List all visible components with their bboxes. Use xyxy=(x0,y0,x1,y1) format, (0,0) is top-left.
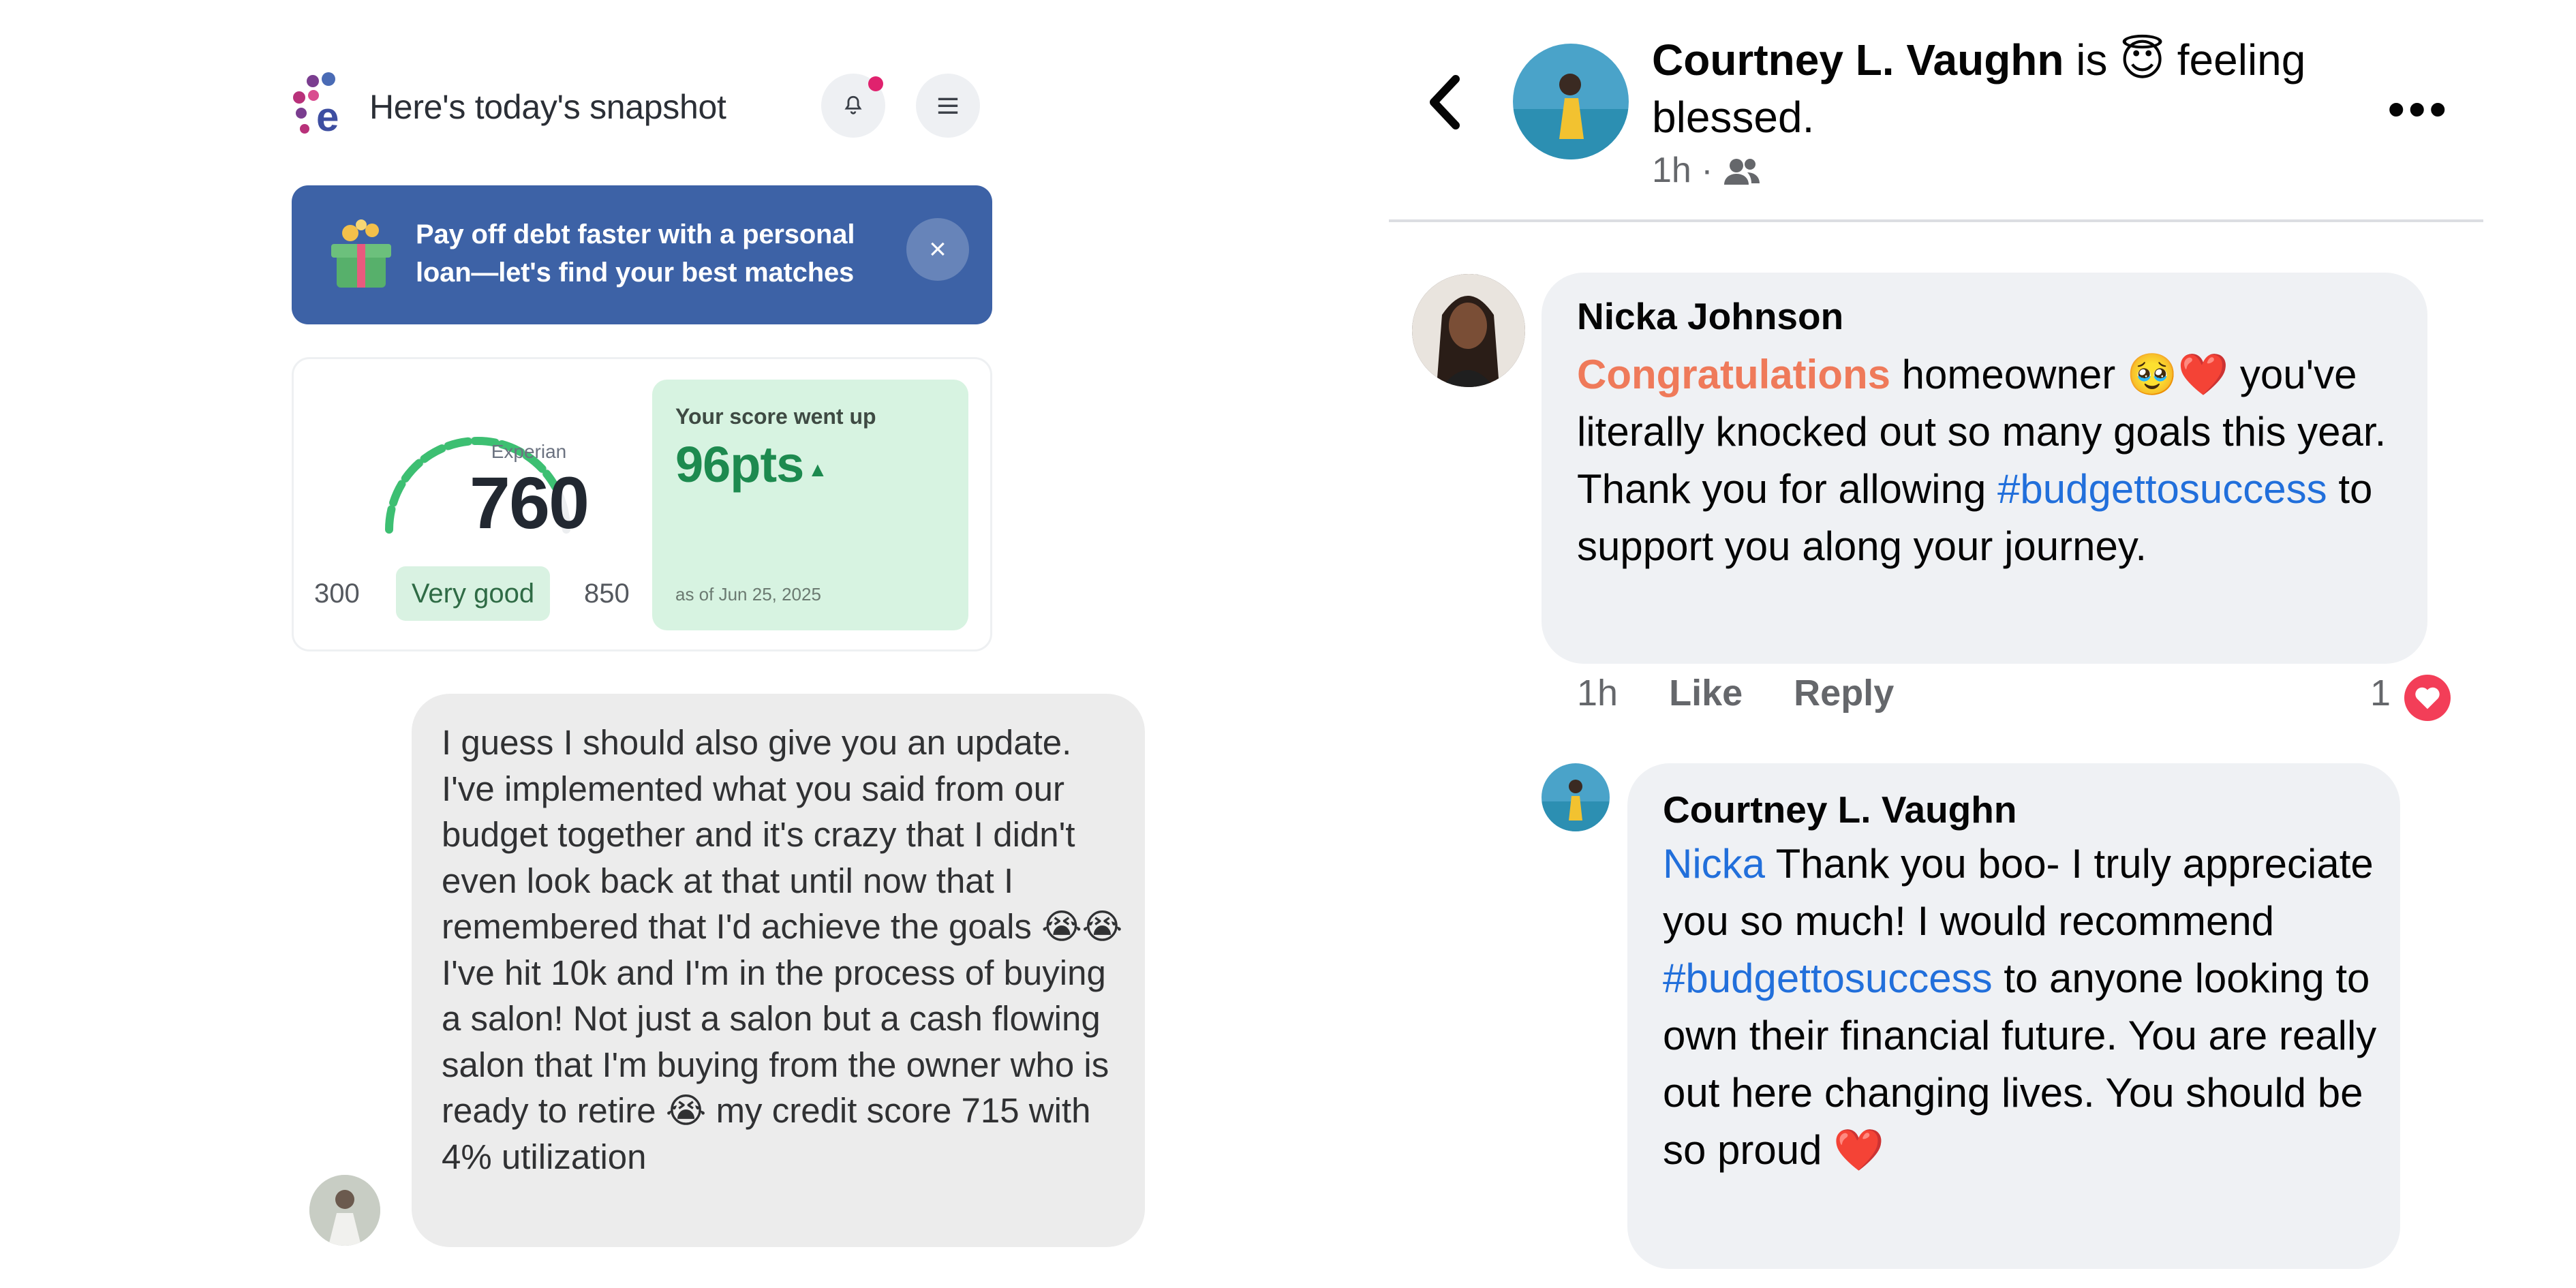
close-icon: × xyxy=(929,232,947,266)
post-time[interactable]: 1h xyxy=(1652,151,1691,190)
post-meta: 1h · xyxy=(1652,150,1761,191)
comment-text: Congratulations homeowner 🥹❤️ you've lit… xyxy=(1577,346,2422,575)
credit-score-card[interactable]: Experian 760 300 Very good 850 Your scor… xyxy=(292,357,992,651)
up-arrow-icon: ▲ xyxy=(808,459,828,481)
comment-author[interactable]: Nicka Johnson xyxy=(1577,294,1843,338)
comment-actions: 1h Like Reply xyxy=(1577,672,1935,714)
score-change-value: 96pts xyxy=(675,436,804,493)
promo-text: Pay off debt faster with a personal loan… xyxy=(416,219,855,288)
reply-text-part: Thank you boo- I truly appreciate you so… xyxy=(1663,841,2374,944)
hashtag-link[interactable]: #budgettosuccess xyxy=(1997,466,2327,512)
promo-close-button[interactable]: × xyxy=(906,218,969,281)
meta-separator: · xyxy=(1701,151,1713,190)
commenter-photo-icon xyxy=(1412,274,1525,387)
notifications-button[interactable] xyxy=(821,74,885,138)
message-bubble: I guess I should also give you an update… xyxy=(412,694,1145,1247)
experian-logo: e xyxy=(293,72,348,138)
feeling-emoji: 😇 xyxy=(2119,35,2165,85)
message-text: I guess I should also give you an update… xyxy=(442,723,1123,1176)
score-change-date: as of Jun 25, 2025 xyxy=(675,584,821,604)
reply-bubble: Courtney L. Vaughn Nicka Thank you boo- … xyxy=(1627,763,2400,1269)
love-reaction-icon[interactable] xyxy=(2404,675,2451,721)
post-verb: is xyxy=(2064,35,2120,85)
page-title: Here's today's snapshot xyxy=(369,88,726,126)
hamburger-icon xyxy=(938,97,958,114)
chevron-left-icon xyxy=(1430,75,1460,129)
bell-icon xyxy=(844,95,862,114)
notification-badge xyxy=(868,76,883,91)
comment-bubble: Nicka Johnson Congratulations homeowner … xyxy=(1542,273,2427,664)
commenter-avatar[interactable] xyxy=(1412,274,1525,387)
mention-link[interactable]: Nicka xyxy=(1663,841,1765,887)
reply-button[interactable]: Reply xyxy=(1794,673,1894,714)
back-button[interactable] xyxy=(1417,68,1472,136)
score-change-panel[interactable]: Your score went up 96pts ▲ as of Jun 25,… xyxy=(652,380,968,630)
score-change-label: Your score went up xyxy=(675,404,876,429)
reply-author-photo-icon xyxy=(1542,763,1610,831)
hashtag-link[interactable]: #budgettosuccess xyxy=(1663,955,1993,1001)
post-header: Courtney L. Vaughn is 😇 feeling blessed. xyxy=(1652,31,2402,146)
loan-promo-banner[interactable]: Pay off debt faster with a personal loan… xyxy=(292,185,992,324)
friends-icon[interactable] xyxy=(1723,156,1761,186)
author-avatar[interactable] xyxy=(1513,44,1629,159)
menu-button[interactable] xyxy=(916,74,980,138)
reply-author-avatar[interactable] xyxy=(1542,763,1610,831)
like-button[interactable]: Like xyxy=(1669,673,1743,714)
person-photo-icon xyxy=(309,1175,380,1246)
score-rating-badge: Very good xyxy=(396,566,550,621)
author-photo-icon xyxy=(1513,44,1629,159)
more-options-button[interactable]: ••• xyxy=(2388,82,2451,136)
credit-score-value: 760 xyxy=(469,461,589,544)
post-author-name[interactable]: Courtney L. Vaughn xyxy=(1652,35,2064,85)
heart-icon xyxy=(2415,687,2440,709)
score-range-min: 300 xyxy=(314,579,360,609)
comment-time: 1h xyxy=(1577,673,1619,714)
reply-text: Nicka Thank you boo- I truly appreciate … xyxy=(1663,835,2385,1179)
sender-avatar[interactable] xyxy=(309,1175,380,1246)
score-range-max: 850 xyxy=(584,579,630,609)
reply-author[interactable]: Courtney L. Vaughn xyxy=(1663,788,2017,831)
reaction-count[interactable]: 1 xyxy=(2370,672,2391,714)
congratulations-highlight: Congratulations xyxy=(1577,352,1890,397)
gift-money-icon xyxy=(331,219,391,288)
header-divider xyxy=(1389,219,2483,222)
